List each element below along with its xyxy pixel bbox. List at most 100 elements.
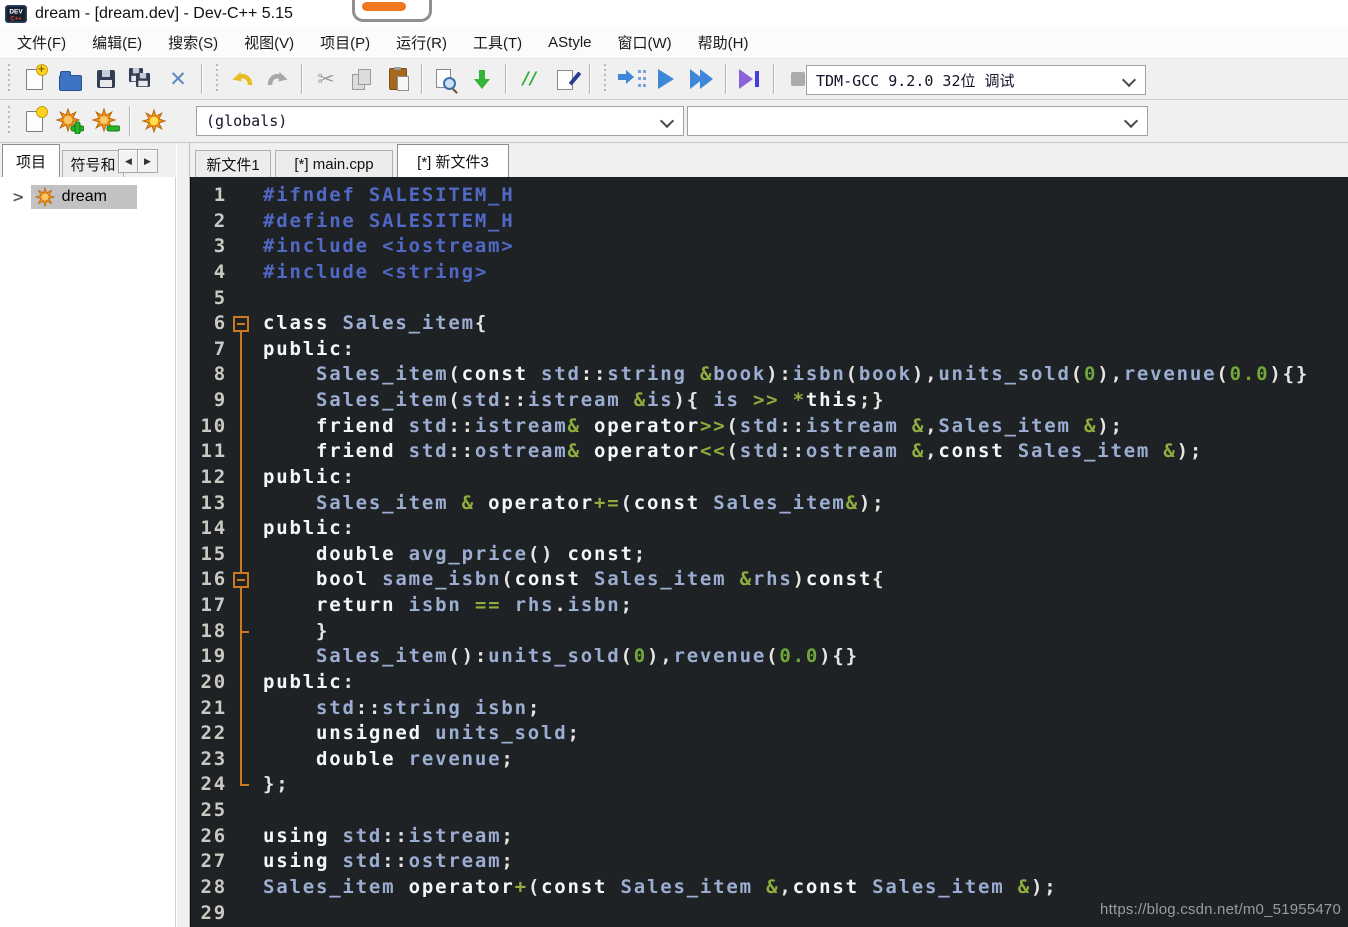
code-line[interactable]: 12public: bbox=[191, 465, 1348, 491]
fold-toggle-icon[interactable] bbox=[231, 311, 251, 337]
redo-button[interactable] bbox=[260, 61, 296, 97]
menu-item-6[interactable]: 工具(T) bbox=[460, 28, 535, 57]
code-line[interactable]: 19 Sales_item():units_sold(0),revenue(0.… bbox=[191, 644, 1348, 670]
code-line[interactable]: 27using std::ostream; bbox=[191, 849, 1348, 875]
close-file-button[interactable]: ✕ bbox=[160, 61, 196, 97]
run-button[interactable] bbox=[648, 61, 684, 97]
line-number: 19 bbox=[191, 644, 231, 670]
copy-button[interactable] bbox=[344, 61, 380, 97]
tab-scroll-right-button[interactable]: ▶ bbox=[137, 149, 158, 173]
code-line[interactable]: 16 bool same_isbn(const Sales_item &rhs)… bbox=[191, 567, 1348, 593]
compile-and-run-button[interactable] bbox=[684, 61, 720, 97]
menu-item-8[interactable]: 窗口(W) bbox=[605, 28, 685, 57]
code-line[interactable]: 11 friend std::ostream& operator<<(std::… bbox=[191, 439, 1348, 465]
menu-item-7[interactable]: AStyle bbox=[535, 30, 604, 55]
line-number: 23 bbox=[191, 747, 231, 773]
code-line[interactable]: 20public: bbox=[191, 670, 1348, 696]
menu-item-5[interactable]: 运行(R) bbox=[383, 28, 460, 57]
line-number: 6 bbox=[191, 311, 231, 337]
code-line[interactable]: 21 std::string isbn; bbox=[191, 696, 1348, 722]
code-line[interactable]: 8 Sales_item(const std::string &book):is… bbox=[191, 362, 1348, 388]
code-line[interactable]: 7public: bbox=[191, 337, 1348, 363]
tab-scroll-left-button[interactable]: ◀ bbox=[118, 149, 139, 173]
expand-chevron-icon[interactable]: > bbox=[12, 190, 25, 205]
code-line[interactable]: 2#define SALESITEM_H bbox=[191, 209, 1348, 235]
new-unit-button[interactable] bbox=[16, 103, 52, 139]
add-to-project-button[interactable] bbox=[52, 103, 88, 139]
class-browser-scope-select[interactable]: (globals) bbox=[196, 106, 684, 136]
fold-gutter bbox=[231, 824, 251, 850]
line-number: 1 bbox=[191, 183, 231, 209]
tree-item-dream[interactable]: > dream bbox=[12, 185, 175, 209]
save-all-button[interactable] bbox=[124, 61, 160, 97]
code-line[interactable]: 6class Sales_item{ bbox=[191, 311, 1348, 337]
code-line[interactable]: 4#include <string> bbox=[191, 260, 1348, 286]
editor-tab-1[interactable]: [*] main.cpp bbox=[275, 150, 393, 177]
code-line[interactable]: 28Sales_item operator+(const Sales_item … bbox=[191, 875, 1348, 901]
code-text: public: bbox=[251, 465, 356, 491]
tree-item-selection[interactable]: dream bbox=[31, 185, 137, 209]
code-line[interactable]: 22 unsigned units_sold; bbox=[191, 721, 1348, 747]
project-options-button[interactable] bbox=[136, 103, 172, 139]
code-line[interactable]: 1#ifndef SALESITEM_H bbox=[191, 183, 1348, 209]
member-scope-select[interactable] bbox=[687, 106, 1148, 136]
open-button[interactable] bbox=[52, 61, 88, 97]
menu-item-3[interactable]: 视图(V) bbox=[231, 28, 307, 57]
editor-tab-0[interactable]: 新文件1 bbox=[195, 150, 271, 177]
cut-button[interactable]: ✂ bbox=[308, 61, 344, 97]
main-toolbar: + ✕ ✂ // TDM-GCC 9.2.0 32位 调试 bbox=[0, 58, 1348, 100]
undo-button[interactable] bbox=[224, 61, 260, 97]
menu-item-2[interactable]: 搜索(S) bbox=[155, 28, 231, 57]
debug-run-button[interactable] bbox=[732, 61, 768, 97]
menu-item-9[interactable]: 帮助(H) bbox=[685, 28, 762, 57]
comment-button[interactable]: // bbox=[512, 61, 548, 97]
code-line[interactable]: 3#include <iostream> bbox=[191, 234, 1348, 260]
menu-item-1[interactable]: 编辑(E) bbox=[79, 28, 155, 57]
fold-gutter bbox=[231, 234, 251, 260]
paste-button[interactable] bbox=[380, 61, 416, 97]
menu-bar: 文件(F)编辑(E)搜索(S)视图(V)项目(P)运行(R)工具(T)AStyl… bbox=[0, 27, 1348, 58]
code-line[interactable]: 18 } bbox=[191, 619, 1348, 645]
compiler-profile-select[interactable]: TDM-GCC 9.2.0 32位 调试 bbox=[806, 65, 1146, 95]
code-line[interactable]: 13 Sales_item & operator+=(const Sales_i… bbox=[191, 491, 1348, 517]
line-number: 8 bbox=[191, 362, 231, 388]
code-text: #include <string> bbox=[251, 260, 488, 286]
compile-button[interactable] bbox=[612, 61, 648, 97]
code-line[interactable]: 17 return isbn == rhs.isbn; bbox=[191, 593, 1348, 619]
code-line[interactable]: 5 bbox=[191, 286, 1348, 312]
code-editor[interactable]: 1#ifndef SALESITEM_H2#define SALESITEM_H… bbox=[190, 177, 1348, 927]
format-button[interactable] bbox=[548, 61, 584, 97]
undo-icon bbox=[230, 68, 254, 90]
code-text: Sales_item():units_sold(0),revenue(0.0){… bbox=[251, 644, 859, 670]
code-line[interactable]: 25 bbox=[191, 798, 1348, 824]
code-line[interactable]: 14public: bbox=[191, 516, 1348, 542]
toolbar-grip[interactable] bbox=[213, 64, 221, 94]
pane-splitter[interactable] bbox=[176, 143, 190, 927]
code-line[interactable]: 15 double avg_price() const; bbox=[191, 542, 1348, 568]
toolbar-grip[interactable] bbox=[5, 106, 13, 136]
watermark-text: https://blog.csdn.net/m0_51955470 bbox=[1100, 901, 1341, 918]
project-gear-icon bbox=[35, 187, 55, 207]
editor-tab-2[interactable]: [*] 新文件3 bbox=[397, 144, 509, 177]
code-line[interactable]: 10 friend std::istream& operator>>(std::… bbox=[191, 414, 1348, 440]
replace-button[interactable] bbox=[464, 61, 500, 97]
menu-item-4[interactable]: 项目(P) bbox=[307, 28, 383, 57]
find-button[interactable] bbox=[428, 61, 464, 97]
save-button[interactable] bbox=[88, 61, 124, 97]
remove-from-project-button[interactable] bbox=[88, 103, 124, 139]
sidebar-tab-1[interactable]: 符号和 bbox=[62, 150, 124, 177]
toolbar-grip[interactable] bbox=[601, 64, 609, 94]
fold-toggle-icon[interactable] bbox=[231, 567, 251, 593]
menu-item-0[interactable]: 文件(F) bbox=[4, 28, 79, 57]
chevron-down-icon bbox=[660, 114, 674, 128]
project-sidebar: > dream bbox=[0, 177, 176, 927]
new-file-button[interactable]: + bbox=[16, 61, 52, 97]
code-line[interactable]: 9 Sales_item(std::istream &is){ is >> *t… bbox=[191, 388, 1348, 414]
code-line[interactable]: 24}; bbox=[191, 772, 1348, 798]
line-number: 10 bbox=[191, 414, 231, 440]
sidebar-tab-0[interactable]: 项目 bbox=[2, 144, 60, 177]
code-line[interactable]: 23 double revenue; bbox=[191, 747, 1348, 773]
code-line[interactable]: 26using std::istream; bbox=[191, 824, 1348, 850]
paste-icon bbox=[389, 68, 407, 90]
toolbar-grip[interactable] bbox=[5, 64, 13, 94]
